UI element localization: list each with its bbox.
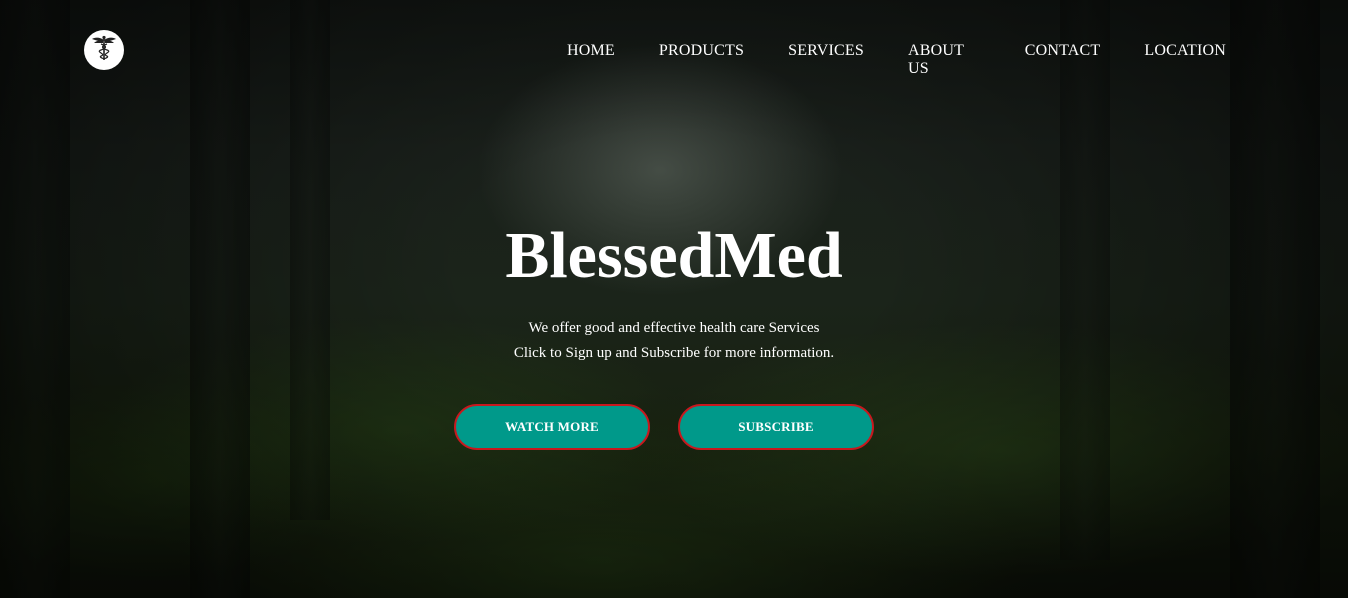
hero-description: We offer good and effective health care … (0, 316, 1348, 366)
hero-description-line-1: We offer good and effective health care … (528, 320, 820, 336)
nav-item-contact[interactable]: CONTACT (1003, 40, 1123, 80)
background-vignette (0, 0, 1348, 598)
nav-item-about-us[interactable]: ABOUT US (886, 40, 1003, 80)
nav-item-home[interactable]: HOME (545, 40, 637, 80)
caduceus-logo-link[interactable] (84, 30, 124, 70)
watch-more-button[interactable]: WATCH MORE (454, 404, 650, 450)
main-navigation: HOME PRODUCTS SERVICES ABOUT US CONTACT … (545, 40, 1248, 80)
nav-item-services[interactable]: SERVICES (766, 40, 886, 80)
nav-item-location[interactable]: LOCATION (1122, 40, 1248, 80)
hero-description-line-2: Click to Sign up and Subscribe for more … (513, 345, 835, 361)
hero-title: BlessedMed (505, 219, 843, 292)
subscribe-button[interactable]: SUBSCRIBE (678, 404, 874, 450)
hero-section: HOME PRODUCTS SERVICES ABOUT US CONTACT … (0, 0, 1348, 598)
caduceus-icon (89, 33, 119, 68)
nav-item-products[interactable]: PRODUCTS (637, 40, 766, 80)
